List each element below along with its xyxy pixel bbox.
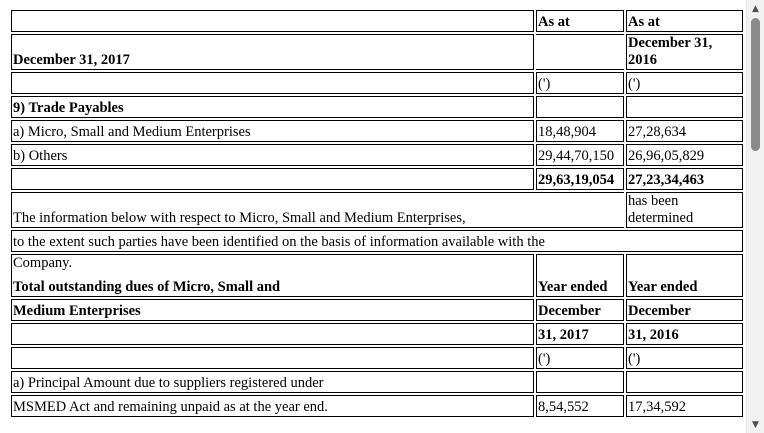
december-2017: December: [536, 299, 624, 321]
empty-cell: [536, 371, 624, 393]
december-2016: December: [626, 299, 743, 321]
column-date-2016: December 31, 2016: [626, 34, 743, 70]
year-ended-2016: Year ended: [626, 254, 743, 297]
table-row: Company. Total outstanding dues of Micro…: [11, 254, 743, 297]
date-2016-line1: December 31,: [628, 35, 713, 51]
financial-statement-table: As at As at December 31, 2017 December 3…: [9, 8, 745, 419]
scrollbar-thumb[interactable]: [751, 18, 760, 151]
date-2016-line2: 2016: [628, 52, 657, 68]
row-label: a) Micro, Small and Medium Enterprises: [11, 120, 534, 142]
empty-cell: [536, 34, 624, 70]
msme-note-has-been: has been: [628, 193, 679, 209]
dues-currency-2017: ('): [536, 347, 624, 369]
table-row: to the extent such parties have been ide…: [11, 230, 743, 252]
vertical-scrollbar[interactable]: ▲ ▼: [746, 0, 764, 433]
table-row: December 31, 2017 December 31, 2016: [11, 34, 743, 70]
table-row: MSMED Act and remaining unpaid as at the…: [11, 395, 743, 417]
msme-note-determined: determined: [628, 210, 694, 226]
value-2017: 29,44,70,150: [536, 144, 624, 166]
section-title-trade-payables: 9) Trade Payables: [11, 96, 534, 118]
year-ended-2017: Year ended: [536, 254, 624, 297]
empty-cell: [11, 168, 534, 190]
table-row: b) Others 29,44,70,150 26,96,05,829: [11, 144, 743, 166]
dues-row-a-line2: MSMED Act and remaining unpaid as at the…: [11, 395, 534, 417]
total-2017: 29,63,19,054: [536, 168, 624, 190]
dues-row-a-2016: 17,34,592: [626, 395, 743, 417]
empty-cell: [11, 347, 534, 369]
dues-row-a-line1: a) Principal Amount due to suppliers reg…: [11, 371, 534, 393]
dues-heading-line2: Medium Enterprises: [11, 299, 534, 321]
column-date-2017: December 31, 2017: [11, 34, 534, 70]
empty-cell: [11, 10, 534, 32]
dues-row-a-2017: 8,54,552: [536, 395, 624, 417]
msme-note-line3: Company.: [13, 255, 73, 271]
scroll-up-arrow-icon[interactable]: ▲: [747, 0, 764, 17]
column-header-as-at-2016: As at: [626, 10, 743, 32]
empty-cell: [11, 72, 534, 94]
dues-heading-line1: Total outstanding dues of Micro, Small a…: [13, 279, 281, 295]
currency-symbol-2017: ('): [536, 72, 624, 94]
dues-currency-2016: ('): [626, 347, 743, 369]
table-row: (') ('): [11, 347, 743, 369]
empty-cell: [626, 371, 743, 393]
table-row: a) Principal Amount due to suppliers reg…: [11, 371, 743, 393]
empty-cell: [536, 96, 624, 118]
table-row: (') ('): [11, 72, 743, 94]
table-row: a) Micro, Small and Medium Enterprises 1…: [11, 120, 743, 142]
scroll-down-arrow-icon[interactable]: ▼: [747, 416, 764, 433]
table-row: 31, 2017 31, 2016: [11, 323, 743, 345]
empty-cell: [626, 96, 743, 118]
table-row: The information below with respect to Mi…: [11, 192, 743, 228]
msme-note-line1: The information below with respect to Mi…: [11, 192, 624, 228]
msme-note-line2: to the extent such parties have been ide…: [11, 230, 743, 252]
msme-note-line1-right: has been determined: [626, 192, 743, 228]
currency-symbol-2016: ('): [626, 72, 743, 94]
empty-cell: [11, 323, 534, 345]
msme-note-and-dues-heading: Company. Total outstanding dues of Micro…: [11, 254, 534, 297]
total-2016: 27,23,34,463: [626, 168, 743, 190]
year-2017: 31, 2017: [536, 323, 624, 345]
value-2017: 18,48,904: [536, 120, 624, 142]
value-2016: 27,28,634: [626, 120, 743, 142]
table-row: Medium Enterprises December December: [11, 299, 743, 321]
table-row: 29,63,19,054 27,23,34,463: [11, 168, 743, 190]
year-2016: 31, 2016: [626, 323, 743, 345]
column-header-as-at-2017: As at: [536, 10, 624, 32]
value-2016: 26,96,05,829: [626, 144, 743, 166]
table-row: 9) Trade Payables: [11, 96, 743, 118]
document-viewport: As at As at December 31, 2017 December 3…: [0, 0, 746, 433]
row-label: b) Others: [11, 144, 534, 166]
table-row: As at As at: [11, 10, 743, 32]
